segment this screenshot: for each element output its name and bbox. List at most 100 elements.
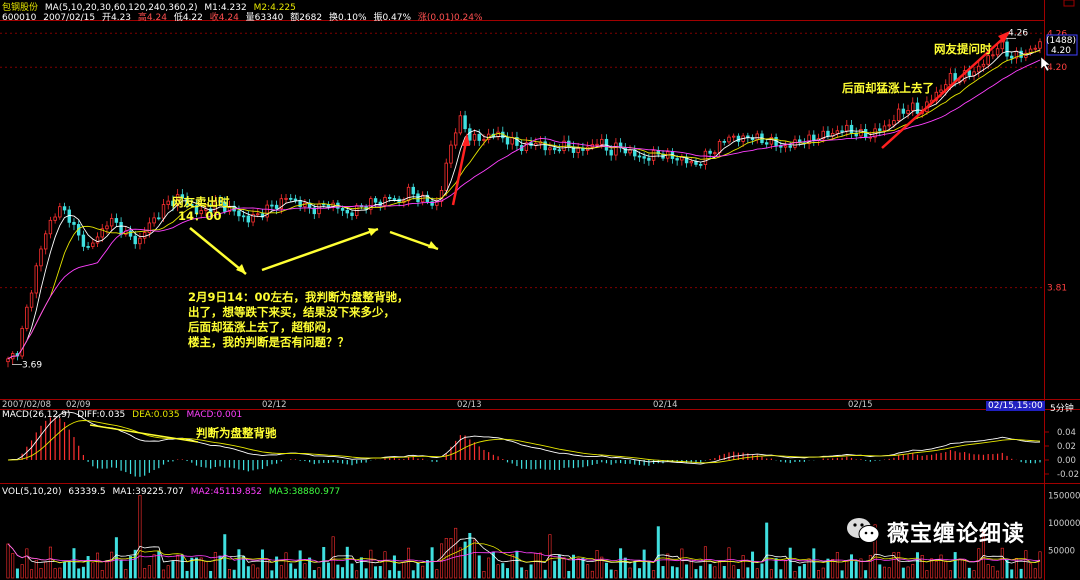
volume-bar [1024,550,1028,579]
period-label[interactable]: 5分钟 [1050,401,1074,414]
volume-bar [562,557,566,579]
candle-body [717,140,722,154]
volume-bar [322,547,326,579]
volume-bar [529,564,533,579]
volume-bar [48,546,52,579]
candle-body [826,130,830,137]
volume-bar [878,564,882,579]
candle-body [977,65,981,73]
candle-body [845,124,849,132]
volume-bar [911,564,915,579]
volume-bar [614,570,618,579]
volume-bar [835,552,839,579]
volume-bar [694,569,698,579]
x-axis-label: 02/09 [66,400,91,410]
annotation-sell-title: 网友卖出时 [172,195,230,209]
volume-bar [793,571,797,579]
volume-bar [293,568,297,579]
candle-body [788,145,792,148]
candle-body [1005,41,1009,57]
volume-bar [666,553,670,579]
volume-bar [1005,559,1009,579]
x-axis-label: 02/12 [262,400,287,410]
candle-body [463,115,467,130]
volume-bar [44,561,48,579]
volume-bar [25,548,29,579]
volume-bar [166,565,170,579]
candle-body [892,120,896,126]
annotation-macd-note: 判断为盘整背驰 [196,426,277,440]
candle-body [882,125,887,131]
volume-bar [355,570,359,579]
volume-bar [411,570,415,579]
candle-body [246,215,251,223]
volume-bar [81,566,85,579]
arrow-rebound [261,227,379,272]
volume-bar [703,546,707,579]
volume-bar [510,554,514,579]
volume-bar [948,570,952,579]
candle-body [1010,55,1014,59]
candle-body [731,135,736,138]
macd-axis-label: 0.04 [1057,428,1076,438]
candle-body [1033,47,1037,50]
x-axis-label: 02/13 [457,400,482,410]
volume-bar [925,570,929,579]
volume-bar [1010,569,1014,579]
volume-bar [378,566,382,579]
volume-bar [199,557,203,579]
volume-bar [53,568,57,579]
volume-bar [91,562,95,579]
volume-bar [595,550,599,579]
volume-bar [713,566,717,579]
volume-bar [416,562,420,579]
candle-body [764,142,769,145]
candle-body [284,197,288,200]
volume-bar [67,561,71,579]
volume-bar [802,563,806,579]
candle-body [948,73,953,86]
volume-bar [77,568,81,579]
volume-bar [586,564,590,579]
volume-bar [1000,547,1004,579]
candle-body [152,217,156,224]
volume-ma-line [7,537,1041,564]
vol-ma1: MA1:39225.707 [112,487,184,497]
price-tag-label: (1488) [1046,36,1076,46]
candle-body [142,232,147,239]
volume-bar [642,549,646,579]
volume-bar [831,559,835,579]
candle-body [256,213,260,216]
arrow-spike-up [451,136,469,206]
candle-body [911,102,915,111]
annotation-sell-time: 14：00 [178,209,222,223]
annotation-surge: 后面却猛涨上去了 [842,81,934,95]
candle-body [995,48,1000,56]
volume-bar [496,564,500,579]
volume-bar [374,566,378,579]
candle-body [600,138,604,145]
wechat-icon [847,518,880,543]
volume-bar [303,563,307,579]
volume-bar [105,560,109,579]
volume-bar [34,559,38,579]
volume: 量63340 [245,13,284,23]
low-price: 低4.22 [173,13,203,23]
candle-body [1038,41,1042,49]
volume-bar [1038,551,1042,579]
volume-bar [63,561,67,579]
volume-bar [571,554,575,579]
annotation-buy-back: 网友提问时 [934,42,992,56]
candle-body [623,147,628,154]
volume-bar [477,555,481,579]
volume-bar [72,548,76,579]
candle-body [675,158,679,161]
candle-body [694,161,698,165]
candle-body [1000,41,1005,50]
volume-bar [11,553,15,579]
volume-bar [661,566,665,579]
candle-body [609,149,613,156]
volume-bar [180,554,184,579]
volume-bar [736,569,740,579]
candle-body [119,221,123,235]
